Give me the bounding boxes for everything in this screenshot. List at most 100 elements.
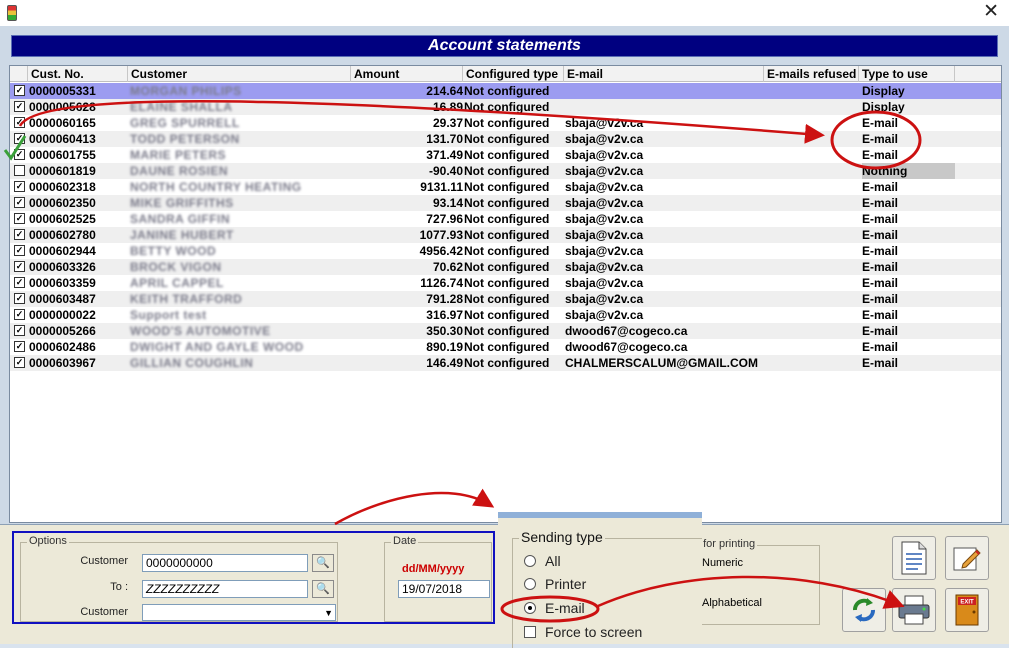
amount-cell: 371.49: [426, 148, 463, 162]
table-row[interactable]: ✓ 0000060165 GREG SPURRELL 29.37 Not configu…: [10, 115, 1001, 131]
row-checkbox[interactable]: ✓: [14, 149, 25, 160]
header-type-to-use[interactable]: Type to use: [859, 66, 955, 82]
date-input[interactable]: 19/07/2018: [398, 580, 490, 598]
customer-from-lookup-button[interactable]: 🔍: [312, 554, 334, 572]
customer-select[interactable]: ▼: [142, 604, 336, 621]
sort-numeric-label[interactable]: Numeric: [702, 557, 743, 569]
header-cust-no[interactable]: Cust. No.: [28, 66, 128, 82]
type-to-use-cell[interactable]: E-mail: [862, 115, 955, 131]
type-to-use-cell[interactable]: E-mail: [862, 179, 955, 195]
cust-no-cell: 0000601819: [29, 164, 96, 178]
type-to-use-cell[interactable]: E-mail: [862, 243, 955, 259]
customer-to-input[interactable]: ZZZZZZZZZZ: [142, 580, 308, 598]
row-checkbox[interactable]: ✓: [14, 277, 25, 288]
cust-no-cell: 0000601755: [29, 148, 96, 162]
sort-alphabetical-label[interactable]: Alphabetical: [702, 597, 762, 609]
type-to-use-cell[interactable]: E-mail: [862, 259, 955, 275]
row-checkbox[interactable]: ✓: [14, 197, 25, 208]
print-button[interactable]: [892, 588, 936, 632]
table-row[interactable]: ✓ 0000603326 BROCK VIGON 70.62 Not configure…: [10, 259, 1001, 275]
customer-to-lookup-button[interactable]: 🔍: [312, 580, 334, 598]
row-checkbox[interactable]: ✓: [14, 181, 25, 192]
row-checkbox[interactable]: ✓: [14, 325, 25, 336]
emails-refused-cell: [765, 163, 858, 179]
type-to-use-cell[interactable]: Display: [862, 99, 955, 115]
exit-button[interactable]: EXIT: [945, 588, 989, 632]
row-checkbox[interactable]: [14, 165, 25, 176]
type-to-use-cell[interactable]: Display: [862, 83, 955, 99]
table-row[interactable]: ✓ 0000602780 JANINE HUBERT 1077.93 Not confi…: [10, 227, 1001, 243]
type-to-use-cell[interactable]: E-mail: [862, 147, 955, 163]
type-to-use-cell[interactable]: Nothing: [862, 163, 955, 179]
row-checkbox[interactable]: ✓: [14, 293, 25, 304]
emails-refused-cell: [765, 115, 858, 131]
table-row[interactable]: ✓ 0000603359 APRIL CAPPEL 1126.74 Not config…: [10, 275, 1001, 291]
row-check-cell: ✓: [12, 275, 26, 291]
radio-printer[interactable]: [524, 578, 536, 590]
configured-type-cell: Not configured: [464, 132, 550, 146]
table-row[interactable]: ✓ 0000603967 GILLIAN COUGHLIN 146.49 Not con…: [10, 355, 1001, 371]
customer-cell: Support test: [130, 308, 207, 322]
emails-refused-cell: [765, 259, 858, 275]
type-to-use-cell[interactable]: E-mail: [862, 339, 955, 355]
type-to-use-cell[interactable]: E-mail: [862, 307, 955, 323]
row-checkbox[interactable]: ✓: [14, 341, 25, 352]
amount-cell: 1077.93: [419, 228, 463, 242]
type-to-use-cell[interactable]: E-mail: [862, 291, 955, 307]
type-to-use-cell[interactable]: E-mail: [862, 275, 955, 291]
type-to-use-cell[interactable]: E-mail: [862, 323, 955, 339]
table-row[interactable]: 0000601819 DAUNE ROSIEN -90.40 Not configur…: [10, 163, 1001, 179]
table-row[interactable]: ✓ 0000602486 DWIGHT AND GAYLE WOOD 890.19 No…: [10, 339, 1001, 355]
email-cell: dwood67@cogeco.ca: [565, 340, 688, 354]
row-checkbox[interactable]: ✓: [14, 133, 25, 144]
amount-cell: 4956.42: [419, 244, 463, 258]
email-cell: sbaja@v2v.ca: [565, 292, 644, 306]
table-row[interactable]: ✓ 0000005266 WOOD'S AUTOMOTIVE 350.30 Not co…: [10, 323, 1001, 339]
type-to-use-cell[interactable]: E-mail: [862, 355, 955, 371]
radio-email[interactable]: [524, 602, 536, 614]
table-row[interactable]: ✓ 0000602318 NORTH COUNTRY HEATING 9131.11 N…: [10, 179, 1001, 195]
row-checkbox[interactable]: ✓: [14, 101, 25, 112]
configured-type-cell: Not configured: [464, 100, 550, 114]
edit-button[interactable]: [945, 536, 989, 580]
row-checkbox[interactable]: ✓: [14, 213, 25, 224]
type-to-use-cell[interactable]: E-mail: [862, 227, 955, 243]
header-configured-type[interactable]: Configured type: [463, 66, 564, 82]
row-checkbox[interactable]: ✓: [14, 117, 25, 128]
customer-from-input[interactable]: 0000000000: [142, 554, 308, 572]
table-row[interactable]: ✓ 0000602944 BETTY WOOD 4956.42 Not configur…: [10, 243, 1001, 259]
header-email[interactable]: E-mail: [564, 66, 764, 82]
table-row[interactable]: ✓ 0000005331 MORGAN PHILIPS 214.64 Not confi…: [10, 83, 1001, 99]
table-row[interactable]: ✓ 0000601755 MARIE PETERS 371.49 Not configu…: [10, 147, 1001, 163]
preview-button[interactable]: [892, 536, 936, 580]
email-cell: sbaja@v2v.ca: [565, 164, 644, 178]
header-emails-refused[interactable]: E-mails refused: [764, 66, 859, 82]
table-row[interactable]: ✓ 0000000022 Support test 316.97 Not configu…: [10, 307, 1001, 323]
refresh-button[interactable]: [842, 588, 886, 632]
row-checkbox[interactable]: ✓: [14, 245, 25, 256]
row-checkbox[interactable]: ✓: [14, 309, 25, 320]
row-checkbox[interactable]: ✓: [14, 85, 25, 96]
radio-all[interactable]: [524, 555, 536, 567]
email-cell: sbaja@v2v.ca: [565, 228, 644, 242]
row-check-cell: ✓: [12, 211, 26, 227]
type-to-use-cell[interactable]: E-mail: [862, 131, 955, 147]
table-row[interactable]: ✓ 0000602525 SANDRA GIFFIN 727.96 Not config…: [10, 211, 1001, 227]
row-checkbox[interactable]: ✓: [14, 261, 25, 272]
email-cell: [565, 99, 765, 115]
table-row[interactable]: ✓ 0000602350 MIKE GRIFFITHS 93.14 Not config…: [10, 195, 1001, 211]
email-cell: dwood67@cogeco.ca: [565, 324, 688, 338]
table-row[interactable]: ✓ 0000060413 TODD PETERSON 131.70 Not config…: [10, 131, 1001, 147]
header-customer[interactable]: Customer: [128, 66, 351, 82]
type-to-use-cell[interactable]: E-mail: [862, 195, 955, 211]
table-row[interactable]: ✓ 0000603487 KEITH TRAFFORD 791.28 Not confi…: [10, 291, 1001, 307]
row-checkbox[interactable]: ✓: [14, 357, 25, 368]
row-checkbox[interactable]: ✓: [14, 229, 25, 240]
table-row[interactable]: ✓ 0000005628 ELAINE SHALLA 16.89 Not configu…: [10, 99, 1001, 115]
amount-cell: 890.19: [426, 340, 463, 354]
force-to-screen-checkbox[interactable]: [524, 626, 536, 638]
type-to-use-cell[interactable]: E-mail: [862, 211, 955, 227]
date-format-hint: dd/MM/yyyy: [402, 563, 465, 575]
header-amount[interactable]: Amount: [351, 66, 463, 82]
close-icon[interactable]: ✕: [983, 2, 999, 22]
